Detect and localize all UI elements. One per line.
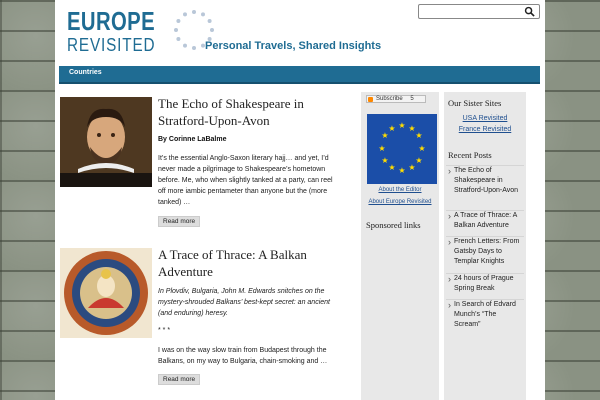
svg-text:★: ★ (415, 131, 422, 140)
recent-post-item[interactable]: A Trace of Thrace: A Balkan Adventure (446, 210, 524, 231)
post-intro: In Plovdiv, Bulgaria, John M. Edwards sn… (158, 288, 330, 317)
page-container: EUROPE REVISITED Personal Travels, Share… (55, 0, 545, 400)
post-byline: By Corinne LaBalme (158, 136, 227, 143)
logo-line-2: REVISITED (67, 35, 156, 55)
sister-sites-heading: Our Sister Sites (448, 98, 502, 108)
sidebar-middle: Subscribe 5 ★ ★ ★ ★ ★ ★ ★ ★ ★ ★ ★ ★ About the Ed… (361, 92, 439, 400)
subscribe-count: 5 (410, 96, 414, 102)
post-excerpt: It’s the essential Anglo-Saxon literary … (158, 155, 333, 206)
post-title-thrace[interactable]: A Trace of Thrace: A Balkan Adventure (158, 246, 343, 280)
thrace-icon-image[interactable] (60, 248, 152, 338)
nav-item-countries[interactable]: Countries (69, 69, 102, 76)
eu-flag-icon[interactable]: ★ ★★ ★★★ ★★★ ★★★ (367, 114, 437, 184)
search-input[interactable] (418, 4, 540, 19)
svg-text:★: ★ (408, 163, 415, 172)
subscribe-label: Subscribe (376, 96, 403, 102)
about-editor-link[interactable]: About the Editor (361, 187, 439, 193)
post-separator: * * * (158, 327, 171, 334)
recent-post-item[interactable]: 24 hours of Prague Spring Break (446, 273, 524, 294)
search-icon[interactable] (524, 6, 535, 17)
read-more-button[interactable]: Read more (158, 374, 201, 385)
site-tagline: Personal Travels, Shared Insights (205, 40, 382, 52)
svg-text:★: ★ (398, 121, 405, 130)
shakespeare-portrait-image[interactable] (60, 97, 152, 187)
recent-posts-heading: Recent Posts (448, 150, 492, 160)
post-title-shakespeare[interactable]: The Echo of Shakespeare in Stratford-Upo… (158, 95, 343, 129)
svg-text:★: ★ (388, 124, 395, 133)
subscribe-button[interactable]: Subscribe 5 (366, 95, 426, 103)
read-more-button[interactable]: Read more (158, 216, 201, 227)
svg-text:★: ★ (418, 144, 425, 153)
sponsored-links-heading: Sponsored links (366, 220, 421, 230)
recent-post-item[interactable]: The Echo of Shakespeare in Stratford-Upo… (446, 165, 524, 196)
svg-text:★: ★ (415, 156, 422, 165)
svg-text:★: ★ (378, 144, 385, 153)
sidebar-right: Our Sister Sites USA Revisited France Re… (444, 92, 526, 400)
sister-link-usa[interactable]: USA Revisited (444, 115, 526, 122)
svg-text:★: ★ (398, 166, 405, 175)
sister-link-france[interactable]: France Revisited (444, 126, 526, 133)
post-excerpt: I was on the way slow train from Budapes… (158, 347, 328, 365)
svg-text:★: ★ (381, 156, 388, 165)
site-logo[interactable]: EUROPE REVISITED (67, 8, 159, 54)
logo-line-1: EUROPE (67, 6, 155, 36)
rss-icon (368, 97, 373, 102)
about-site-link[interactable]: About Europe Revisited (361, 199, 439, 205)
recent-post-item[interactable]: In Search of Edvard Munch’s “The Scream” (446, 299, 524, 330)
main-nav: Countries (59, 66, 540, 84)
svg-text:★: ★ (388, 163, 395, 172)
recent-post-item[interactable]: French Letters: From Gatsby Days to Temp… (446, 236, 524, 267)
